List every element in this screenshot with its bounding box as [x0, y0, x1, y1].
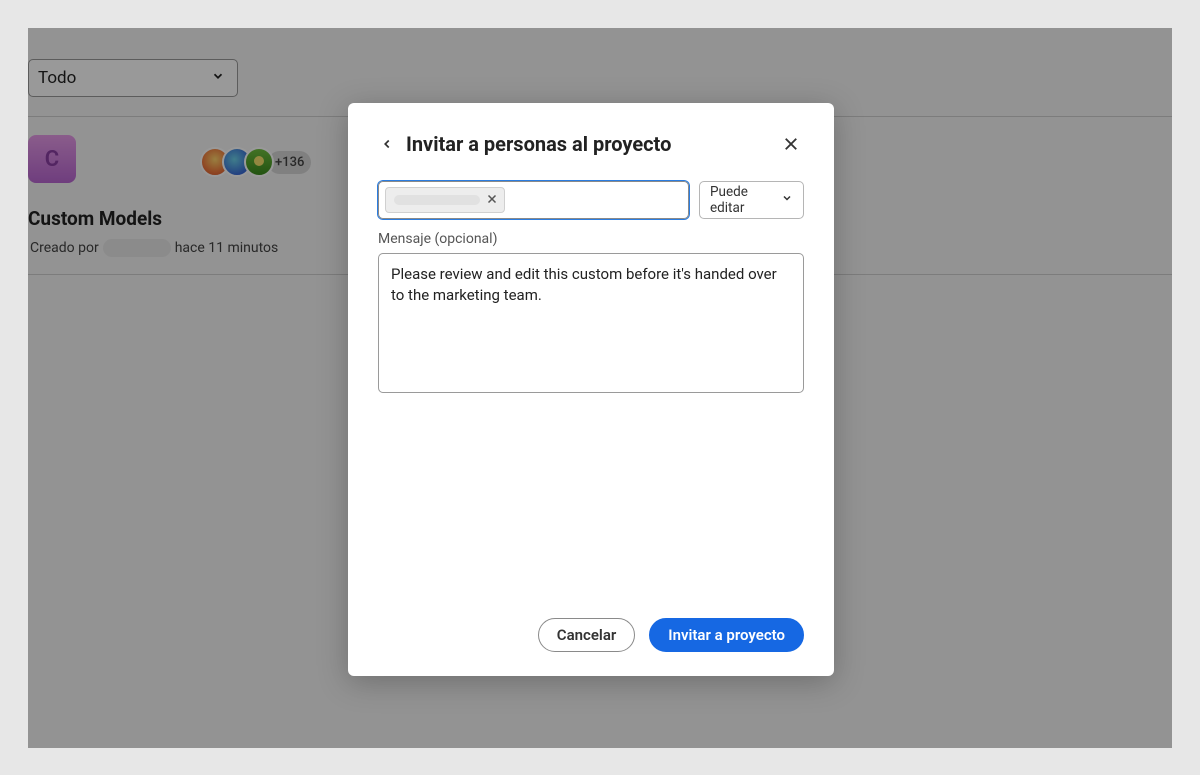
cancel-button[interactable]: Cancelar	[538, 618, 636, 652]
back-button[interactable]	[378, 135, 396, 153]
permission-select[interactable]: Puede editar	[699, 181, 804, 219]
modal-title: Invitar a personas al proyecto	[406, 132, 768, 156]
invite-button-label: Invitar a proyecto	[668, 626, 785, 644]
permission-label: Puede editar	[710, 184, 781, 216]
modal-header: Invitar a personas al proyecto	[378, 131, 804, 157]
people-input[interactable]	[378, 181, 689, 219]
modal-footer: Cancelar Invitar a proyecto	[378, 618, 804, 652]
invite-modal: Invitar a personas al proyecto Puede edi…	[348, 103, 834, 676]
chevron-down-icon	[781, 192, 793, 208]
cancel-button-label: Cancelar	[557, 626, 617, 644]
message-textarea[interactable]	[378, 253, 804, 393]
invite-button[interactable]: Invitar a proyecto	[649, 618, 804, 652]
person-chip[interactable]	[385, 187, 505, 213]
invite-row: Puede editar	[378, 181, 804, 219]
close-button[interactable]	[778, 131, 804, 157]
chip-remove-icon[interactable]	[486, 193, 498, 208]
chip-name-redacted	[394, 195, 480, 205]
message-label: Mensaje (opcional)	[378, 231, 804, 247]
